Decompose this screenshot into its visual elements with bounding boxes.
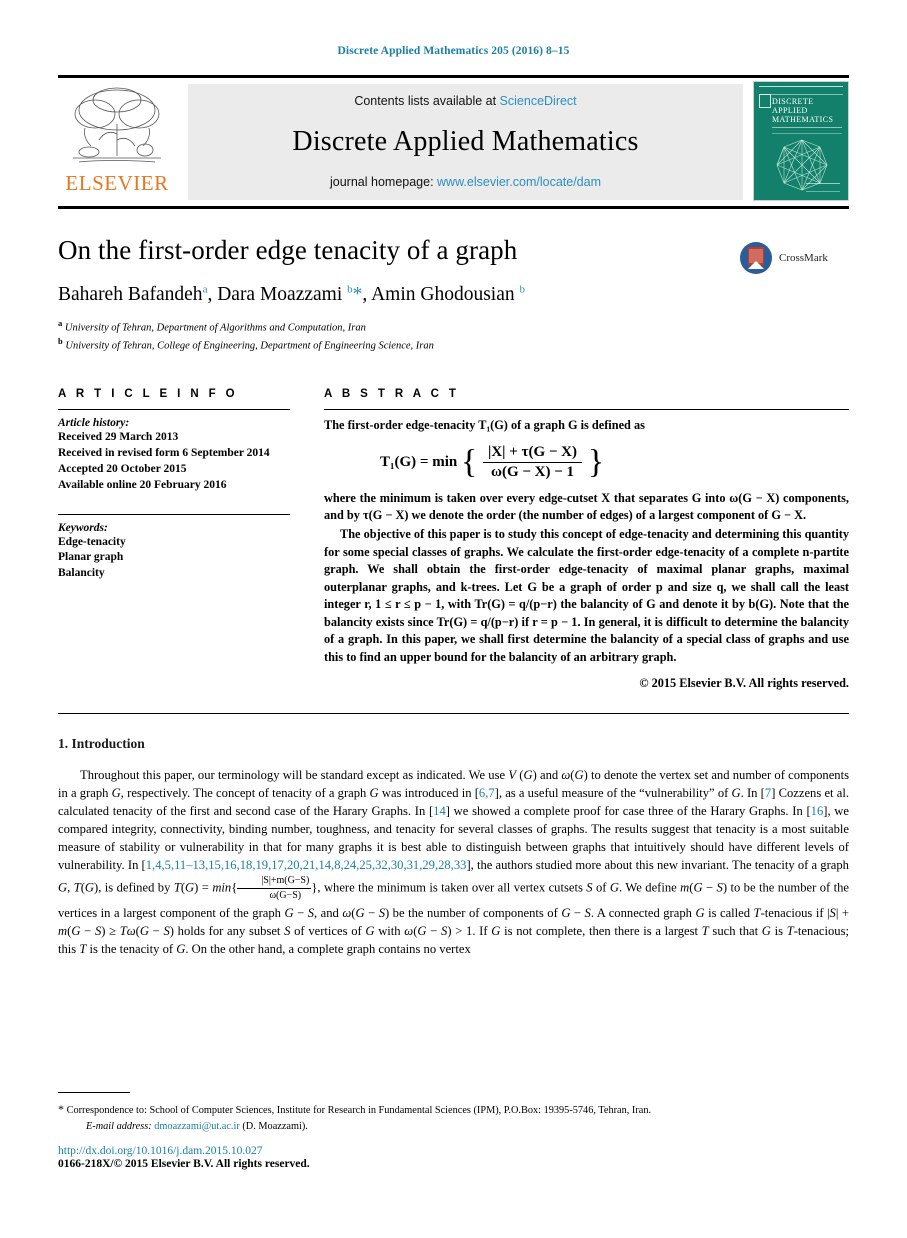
running-head: Discrete Applied Mathematics 205 (2016) … xyxy=(337,45,570,57)
contents-prefix: Contents lists available at xyxy=(354,94,500,108)
journal-homepage-line: journal homepage: www.elsevier.com/locat… xyxy=(330,175,601,189)
history-item: Accepted 20 October 2015 xyxy=(58,462,187,475)
article-history-label: Article history: xyxy=(58,417,130,430)
formula-denominator: ω(G − X) − 1 xyxy=(490,463,575,480)
article-info-rule xyxy=(58,409,290,411)
affiliation-a-text: University of Tehran, Department of Algo… xyxy=(64,322,366,334)
elsevier-wordmark: ELSEVIER xyxy=(65,171,169,195)
journal-article-page: Discrete Applied Mathematics 205 (2016) … xyxy=(0,0,907,1238)
correspondence-text: Correspondence to: School of Computer Sc… xyxy=(66,1105,652,1117)
footnote-rule xyxy=(58,1092,130,1094)
article-info-column: A R T I C L E I N F O Article history: R… xyxy=(58,388,308,582)
cover-title-line-3: MATHEMATICS xyxy=(772,115,834,124)
journal-banner: Contents lists available at ScienceDirec… xyxy=(188,84,743,200)
cover-title-text: DISCRETE APPLIED MATHEMATICS xyxy=(772,97,833,124)
abstract-heading: A B S T R A C T xyxy=(324,388,460,401)
elsevier-logo: ELSEVIER xyxy=(58,78,176,194)
footnote-area: * Correspondence to: School of Computer … xyxy=(58,1092,849,1170)
abstract-copyright: © 2015 Elsevier B.V. All rights reserved… xyxy=(639,676,849,691)
abstract-paragraph-2: The objective of this paper is to study … xyxy=(324,527,849,664)
keyword-item: Edge-tenacity xyxy=(58,535,126,548)
crossmark-icon xyxy=(740,242,772,274)
masthead-bottom-rule xyxy=(58,206,849,209)
cover-title-line-2: APPLIED xyxy=(772,106,808,115)
journal-masthead: ELSEVIER Contents lists available at Sci… xyxy=(58,75,849,206)
author-list: Bahareh Bafandeha, Dara Moazzami b*, Ami… xyxy=(58,283,525,306)
crossmark-label: CrossMark xyxy=(779,252,828,264)
formula-left-brace: { xyxy=(460,443,478,481)
introduction-paragraph: Throughout this paper, our terminology w… xyxy=(58,768,850,956)
cover-top-rule xyxy=(759,86,843,95)
cover-subtitle-rule xyxy=(772,127,842,134)
homepage-prefix: journal homepage: xyxy=(330,175,438,189)
cover-footer-rule xyxy=(806,183,840,192)
body-separator-rule xyxy=(58,713,849,715)
issn-copyright-line: 0166-218X/© 2015 Elsevier B.V. All right… xyxy=(58,1158,310,1170)
keywords-rule xyxy=(58,513,290,515)
journal-cover-thumbnail: DISCRETE APPLIED MATHEMATICS xyxy=(753,81,849,201)
abstract-rule xyxy=(324,409,849,411)
affiliation-a: a University of Tehran, Department of Al… xyxy=(58,317,739,336)
info-abstract-row: A R T I C L E I N F O Article history: R… xyxy=(58,388,849,691)
crossmark-badge[interactable]: CrossMark xyxy=(739,235,849,275)
email-link[interactable]: dmoazzami@ut.ac.ir xyxy=(154,1121,240,1132)
abstract-column: A B S T R A C T The first-order edge-ten… xyxy=(308,388,849,691)
formula-numerator: |X| + τ(G − X) xyxy=(483,444,582,463)
formula-lhs: T₁(G) = min xyxy=(380,453,458,470)
keywords-label: Keywords: xyxy=(58,521,108,534)
section-heading-introduction: 1. Introduction xyxy=(58,736,145,752)
history-item: Received 29 March 2013 xyxy=(58,431,179,444)
article-info-heading: A R T I C L E I N F O xyxy=(58,388,239,401)
formula-right-brace: } xyxy=(587,443,605,481)
page-title: On the first-order edge tenacity of a gr… xyxy=(58,235,518,265)
contents-available-line: Contents lists available at ScienceDirec… xyxy=(354,94,576,108)
email-label: E-mail address: xyxy=(86,1120,152,1132)
affiliation-b-marker: b xyxy=(58,336,63,347)
edge-tenacity-formula: T₁(G) = min { |X| + τ(G − X) ω(G − X) − … xyxy=(324,435,849,490)
cover-title-line-1: DISCRETE xyxy=(772,97,814,106)
email-note: E-mail address: dmoazzami@ut.ac.ir (D. M… xyxy=(58,1119,849,1134)
keyword-item: Planar graph xyxy=(58,551,124,564)
title-block: On the first-order edge tenacity of a gr… xyxy=(58,235,849,354)
sciencedirect-link[interactable]: ScienceDirect xyxy=(500,94,577,108)
journal-homepage-link[interactable]: www.elsevier.com/locate/dam xyxy=(437,175,601,189)
email-owner: (D. Moazzami). xyxy=(242,1120,308,1132)
history-item: Received in revised form 6 September 201… xyxy=(58,446,270,459)
formula-fraction: |X| + τ(G − X) ω(G − X) − 1 xyxy=(483,444,582,481)
cover-publisher-mark-icon xyxy=(759,94,771,108)
journal-title: Discrete Applied Mathematics xyxy=(292,125,639,157)
elsevier-tree-icon xyxy=(73,87,161,163)
abstract-paragraph-1: where the minimum is taken over every ed… xyxy=(324,490,849,522)
keyword-item: Balancity xyxy=(58,567,105,580)
history-item: Available online 20 February 2016 xyxy=(58,478,227,491)
abstract-intro: The first-order edge-tenacity T₁(G) of a… xyxy=(324,418,645,433)
affiliation-a-marker: a xyxy=(58,317,63,328)
correspondence-marker: * xyxy=(58,1102,64,1117)
affiliation-b-text: University of Tehran, College of Enginee… xyxy=(65,340,434,352)
affiliation-b: b University of Tehran, College of Engin… xyxy=(58,335,739,354)
correspondence-note: * Correspondence to: School of Computer … xyxy=(58,1100,849,1118)
doi-link[interactable]: http://dx.doi.org/10.1016/j.dam.2015.10.… xyxy=(58,1145,849,1157)
